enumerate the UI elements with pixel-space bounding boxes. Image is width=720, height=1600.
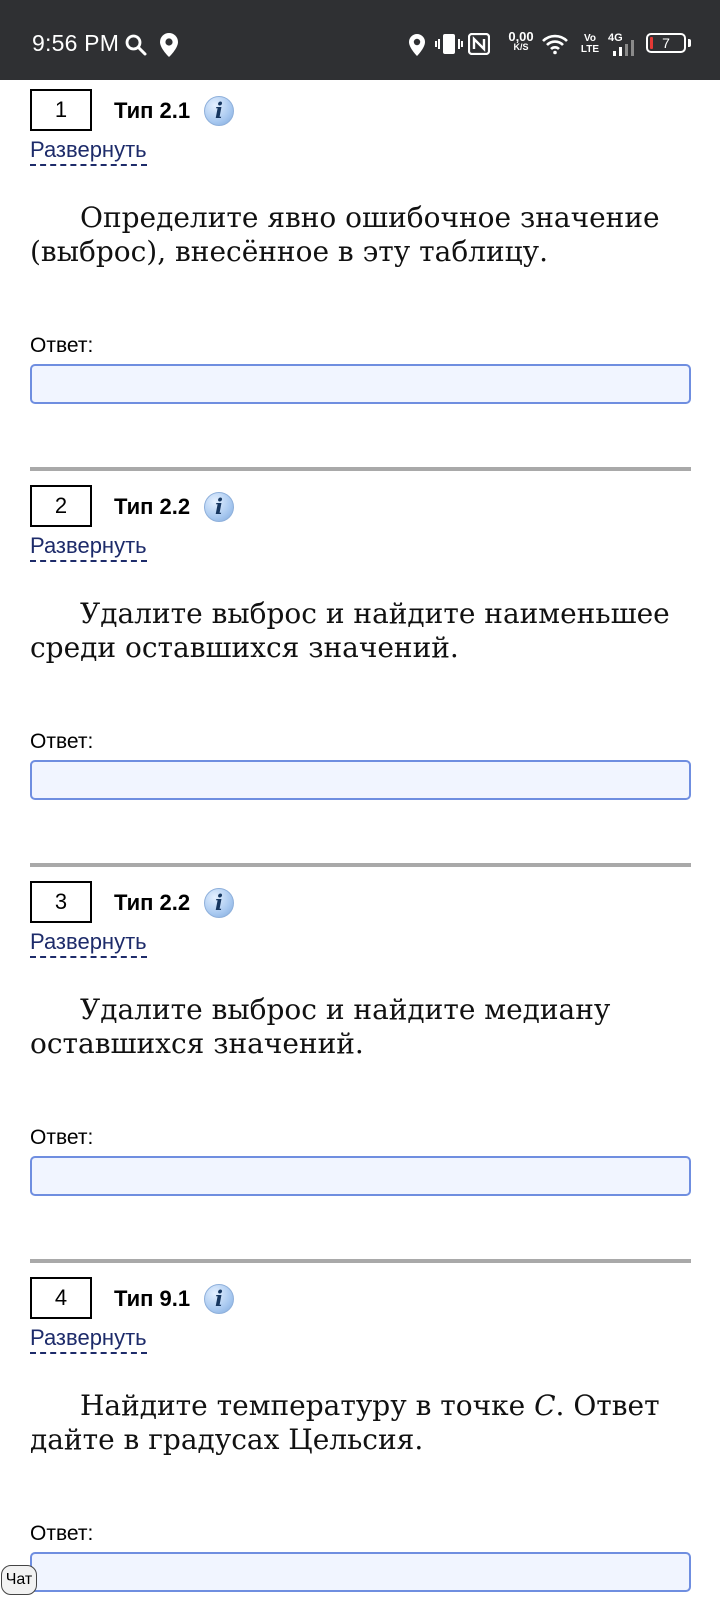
problem-number[interactable]: 3 — [30, 881, 92, 923]
net-speed: 0,00 K/S — [508, 29, 534, 52]
divider — [30, 1259, 691, 1263]
problem-type: Тип 2.2 — [114, 494, 191, 519]
answer-input[interactable] — [30, 1552, 691, 1592]
point-variable: C — [534, 1389, 556, 1422]
status-time: 9:56 PM — [32, 30, 120, 56]
task-text: Найдите температуру в точке C. Ответ дай… — [30, 1389, 690, 1457]
battery-nub — [688, 39, 691, 47]
problem-type: Тип 2.2 — [114, 890, 191, 915]
status-bar: 9:56 PM 0,00 K/S Vo LTE 4G 7 — [0, 0, 720, 80]
answer-label: Ответ: — [30, 730, 94, 753]
problem-type: Тип 2.1 — [114, 98, 191, 123]
expand-link[interactable]: Развернуть — [30, 930, 147, 958]
info-icon[interactable]: i — [204, 492, 234, 522]
expand-link[interactable]: Развернуть — [30, 534, 147, 562]
nfc-icon — [468, 33, 490, 55]
vibrate-icon — [435, 34, 463, 54]
divider — [30, 863, 691, 867]
location-pin-icon — [160, 33, 178, 57]
expand-link[interactable]: Развернуть — [30, 1326, 147, 1354]
battery-icon: 7 — [646, 33, 686, 53]
task-text: Определите явно ошибочное значение (выбр… — [30, 201, 660, 268]
volte-indicator: Vo LTE — [580, 33, 600, 55]
signal-icon — [613, 40, 634, 56]
divider — [30, 467, 691, 471]
answer-label: Ответ: — [30, 1522, 94, 1545]
task-text-part: Найдите температуру в точке — [80, 1389, 535, 1422]
info-icon[interactable]: i — [204, 1284, 234, 1314]
problem-number[interactable]: 4 — [30, 1277, 92, 1319]
problem-type: Тип 9.1 — [114, 1286, 191, 1311]
answer-input[interactable] — [30, 1156, 691, 1196]
problem-number[interactable]: 1 — [30, 89, 92, 131]
location-icon — [409, 34, 425, 56]
answer-label: Ответ: — [30, 1126, 94, 1149]
search-icon — [125, 34, 147, 56]
expand-link[interactable]: Развернуть — [30, 138, 147, 166]
answer-input[interactable] — [30, 760, 691, 800]
info-icon[interactable]: i — [204, 888, 234, 918]
problem-number[interactable]: 2 — [30, 485, 92, 527]
task-text: Удалите выброс и найдите медиану оставши… — [30, 993, 611, 1060]
wifi-icon — [542, 34, 568, 55]
answer-input[interactable] — [30, 364, 691, 404]
info-icon[interactable]: i — [204, 96, 234, 126]
battery-level: 7 — [662, 35, 670, 51]
task-text: Удалите выброс и найдите наименьшее сред… — [30, 597, 670, 664]
answer-label: Ответ: — [30, 334, 94, 357]
chat-button[interactable]: Чат — [1, 1565, 37, 1595]
